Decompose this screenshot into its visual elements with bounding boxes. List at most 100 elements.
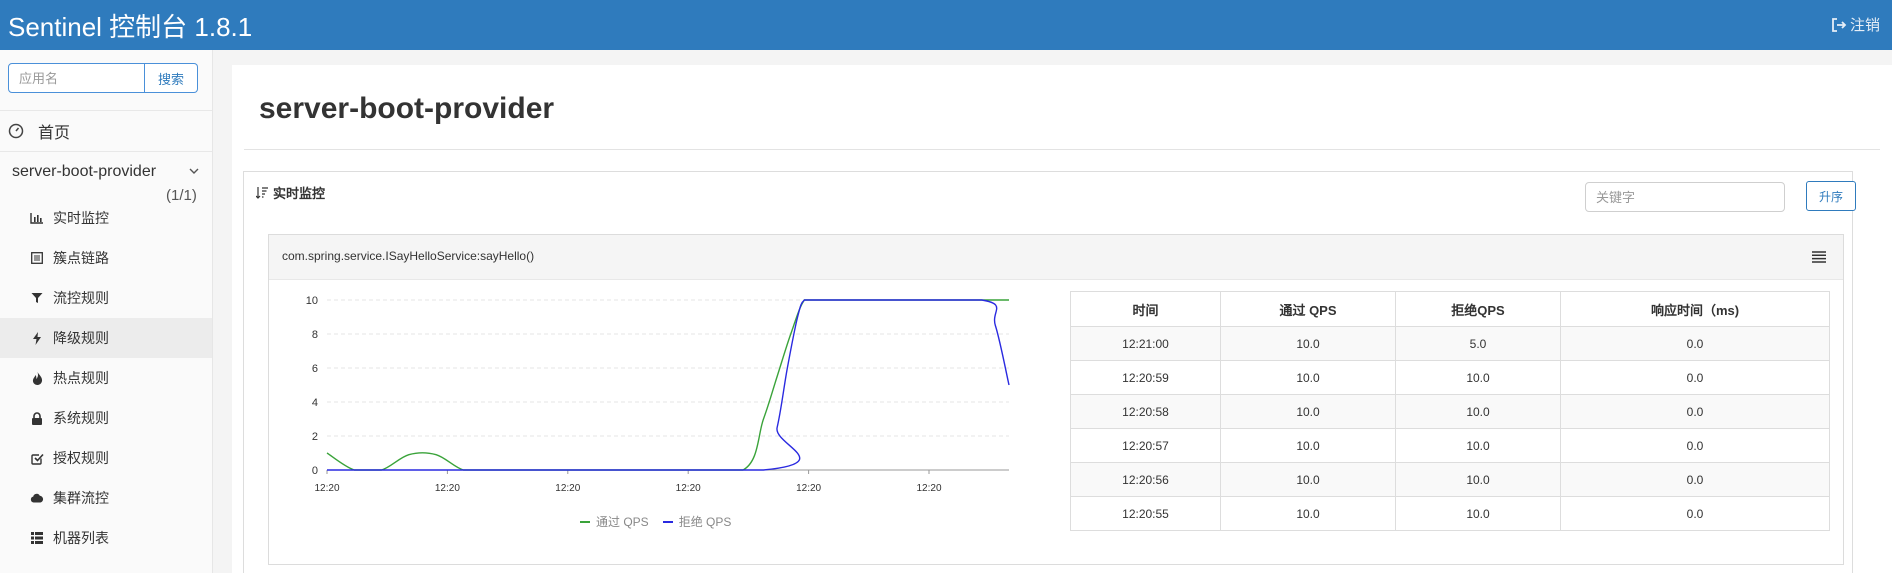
title-divider bbox=[244, 149, 1880, 150]
cell-block-qps: 10.0 bbox=[1395, 462, 1561, 497]
list-icon bbox=[30, 251, 44, 265]
table-row: 12:20:57 10.0 10.0 0.0 bbox=[1070, 428, 1830, 463]
logout-link[interactable]: 注销 bbox=[1831, 14, 1880, 35]
cell-pass-qps: 10.0 bbox=[1220, 360, 1396, 395]
sidebar-item-label: 集群流控 bbox=[53, 490, 109, 506]
cell-time: 12:20:56 bbox=[1070, 462, 1221, 497]
y-tick-label: 10 bbox=[306, 295, 318, 307]
sidebar-item-realtime-monitor[interactable]: 实时监控 bbox=[0, 198, 212, 238]
cell-rt: 0.0 bbox=[1560, 326, 1830, 361]
cell-block-qps: 10.0 bbox=[1395, 428, 1561, 463]
sidebar-item-label: 实时监控 bbox=[53, 210, 109, 226]
sidebar-item-home[interactable]: 首页 bbox=[0, 110, 212, 152]
sidebar-item-machine-list[interactable]: 机器列表 bbox=[0, 518, 212, 558]
metrics-table: 时间 通过 QPS 拒绝QPS 响应时间（ms) 12:21:00 10.0 5… bbox=[1070, 291, 1830, 531]
resource-name: com.spring.service.ISayHelloService:sayH… bbox=[282, 249, 535, 263]
page-title: server-boot-provider bbox=[259, 92, 555, 125]
lock-icon bbox=[30, 411, 44, 425]
sidebar: 搜索 首页 server-boot-provider (1/1) 实时监控 簇点… bbox=[0, 50, 213, 573]
x-tick-label: 12:20 bbox=[916, 483, 941, 494]
app-search-input[interactable] bbox=[8, 63, 145, 93]
keyword-search-input[interactable] bbox=[1585, 182, 1785, 212]
filter-icon bbox=[30, 291, 44, 305]
table-row: 12:20:55 10.0 10.0 0.0 bbox=[1070, 496, 1830, 531]
panel-title-text: 实时监控 bbox=[273, 186, 326, 201]
table-row: 12:20:56 10.0 10.0 0.0 bbox=[1070, 462, 1830, 497]
check-square-icon bbox=[30, 451, 44, 465]
sidebar-item-label: 流控规则 bbox=[53, 290, 109, 306]
flash-icon bbox=[30, 331, 44, 345]
col-header-time: 时间 bbox=[1070, 291, 1221, 327]
sidebar-item-label: 机器列表 bbox=[53, 530, 109, 546]
y-tick-label: 4 bbox=[312, 397, 318, 409]
sidebar-item-label: 授权规则 bbox=[53, 450, 109, 466]
legend-item-pass[interactable]: 通过 QPS bbox=[580, 513, 649, 530]
logout-label: 注销 bbox=[1849, 17, 1880, 34]
legend-label-pass: 通过 QPS bbox=[596, 515, 649, 529]
sidebar-item-label: 系统规则 bbox=[53, 410, 109, 426]
y-tick-label: 6 bbox=[312, 363, 318, 375]
legend-swatch bbox=[580, 520, 590, 523]
y-tick-label: 8 bbox=[312, 329, 318, 341]
legend-item-block[interactable]: 拒绝 QPS bbox=[662, 513, 732, 530]
bar-chart-icon bbox=[30, 211, 44, 225]
chart-legend: 通过 QPS 拒绝 QPS bbox=[580, 513, 731, 530]
sidebar-item-system-rules[interactable]: 系统规则 bbox=[0, 398, 212, 438]
sidebar-item-cluster-flow[interactable]: 集群流控 bbox=[0, 478, 212, 518]
legend-label-block: 拒绝 QPS bbox=[678, 515, 732, 529]
resource-card-header: com.spring.service.ISayHelloService:sayH… bbox=[269, 235, 1843, 280]
cell-block-qps: 10.0 bbox=[1395, 496, 1561, 531]
sort-amount-icon bbox=[256, 187, 268, 199]
col-header-rt: 响应时间（ms) bbox=[1560, 291, 1830, 327]
col-header-block-qps: 拒绝QPS bbox=[1395, 291, 1561, 327]
sidebar-item-auth-rules[interactable]: 授权规则 bbox=[0, 438, 212, 478]
cloud-icon bbox=[30, 491, 44, 505]
panel-title: 实时监控 bbox=[256, 183, 325, 202]
sidebar-item-label: 降级规则 bbox=[53, 330, 109, 346]
table-row: 12:20:58 10.0 10.0 0.0 bbox=[1070, 394, 1830, 429]
menu-icon[interactable] bbox=[1812, 251, 1826, 263]
sidebar-item-cluster-link[interactable]: 簇点链路 bbox=[0, 238, 212, 278]
top-navbar: Sentinel 控制台 1.8.1 注销 bbox=[0, 0, 1892, 50]
cell-time: 12:20:55 bbox=[1070, 496, 1221, 531]
sidebar-item-label: 热点规则 bbox=[53, 370, 109, 386]
sidebar-home-label: 首页 bbox=[38, 125, 71, 142]
y-tick-label: 0 bbox=[312, 465, 318, 477]
x-tick-label: 12:20 bbox=[314, 483, 339, 494]
y-tick-label: 2 bbox=[312, 431, 318, 443]
sidebar-item-degrade-rules[interactable]: 降级规则 bbox=[0, 318, 212, 358]
sidebar-item-hotspot-rules[interactable]: 热点规则 bbox=[0, 358, 212, 398]
legend-swatch bbox=[662, 520, 673, 523]
series-line-block-qps bbox=[327, 299, 1010, 471]
app-search-button[interactable]: 搜索 bbox=[145, 63, 198, 93]
cell-time: 12:20:59 bbox=[1070, 360, 1221, 395]
x-tick-label: 12:20 bbox=[676, 483, 701, 494]
chevron-down-icon[interactable] bbox=[188, 165, 200, 177]
x-tick-label: 12:20 bbox=[555, 483, 580, 494]
cell-rt: 0.0 bbox=[1560, 394, 1830, 429]
sidebar-item-flow-rules[interactable]: 流控规则 bbox=[0, 278, 212, 318]
app-brand-title[interactable]: Sentinel 控制台 1.8.1 bbox=[8, 7, 252, 44]
th-list-icon bbox=[30, 531, 44, 545]
cell-block-qps: 10.0 bbox=[1395, 360, 1561, 395]
x-tick-label: 12:20 bbox=[435, 483, 460, 494]
cell-block-qps: 10.0 bbox=[1395, 394, 1561, 429]
sidebar-menu: 实时监控 簇点链路 流控规则 降级规则 热点规则 系统规则 授权规则 集群流控 bbox=[0, 198, 212, 558]
cell-rt: 0.0 bbox=[1560, 360, 1830, 395]
fire-icon bbox=[30, 371, 44, 385]
qps-line-chart: 0 2 4 6 8 10 12:20 12:20 12:20 12:20 12:20 12:20 bbox=[306, 295, 1010, 494]
cell-rt: 0.0 bbox=[1560, 496, 1830, 531]
sidebar-item-label: 簇点链路 bbox=[53, 250, 109, 266]
series-line-pass-qps bbox=[326, 299, 1009, 471]
cell-pass-qps: 10.0 bbox=[1220, 462, 1396, 497]
cell-pass-qps: 10.0 bbox=[1220, 496, 1396, 531]
col-header-pass-qps: 通过 QPS bbox=[1220, 291, 1396, 327]
sidebar-app-name[interactable]: server-boot-provider bbox=[12, 163, 156, 181]
cell-pass-qps: 10.0 bbox=[1220, 326, 1396, 361]
table-row: 12:20:59 10.0 10.0 0.0 bbox=[1070, 360, 1830, 395]
cell-rt: 0.0 bbox=[1560, 462, 1830, 497]
x-tick-label: 12:20 bbox=[796, 483, 821, 494]
cell-rt: 0.0 bbox=[1560, 428, 1830, 463]
cell-time: 12:20:57 bbox=[1070, 428, 1221, 463]
sort-ascending-button[interactable]: 升序 bbox=[1806, 181, 1856, 211]
